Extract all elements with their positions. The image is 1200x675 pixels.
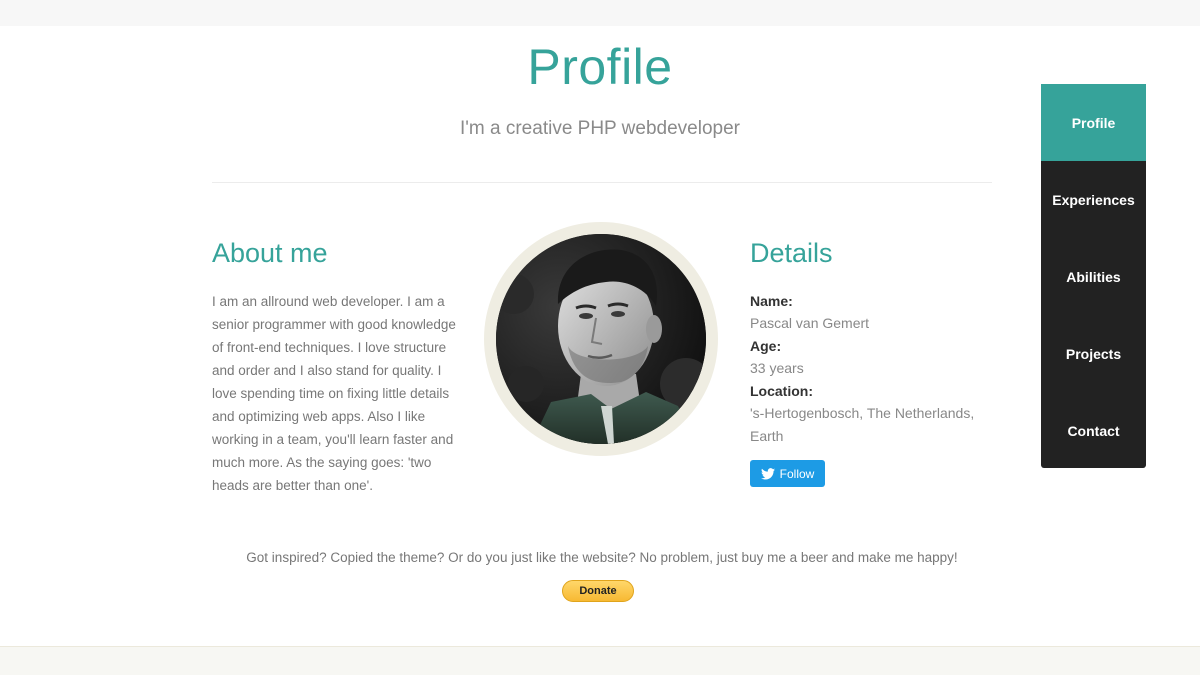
page-subtitle: I'm a creative PHP webdeveloper [460,118,740,139]
donate-button[interactable]: Donate [562,580,634,602]
details-list: Name: Pascal van Gemert Age: 33 years Lo… [750,290,1010,448]
top-strip [0,0,1200,26]
twitter-bird-icon [760,467,775,480]
about-heading: About me [212,238,328,268]
profile-page: Profile I'm a creative PHP webdeveloper … [0,0,1200,675]
name-value: Pascal van Gemert [750,315,870,331]
name-label: Name: [750,293,793,309]
nav-item-projects[interactable]: Projects [1041,315,1146,392]
about-text: I am an allround web developer. I am a s… [212,294,456,493]
location-value: 's-Hertogenbosch, The Netherlands, Earth [750,405,975,444]
location-label: Location: [750,383,813,399]
side-nav: Profile Experiences Abilities Projects C… [1041,84,1146,468]
avatar-frame [484,222,718,456]
age-value: 33 years [750,360,804,376]
donate-message: Got inspired? Copied the theme? Or do yo… [246,550,958,565]
follow-label: Follow [779,466,815,481]
nav-item-experiences[interactable]: Experiences [1041,161,1146,238]
age-label: Age: [750,338,782,354]
nav-item-contact[interactable]: Contact [1041,392,1146,468]
profile-photo [496,234,706,444]
header-divider [212,182,992,183]
avatar [496,234,706,444]
twitter-follow-button[interactable]: Follow [750,460,825,487]
bottom-strip [0,646,1200,675]
nav-item-profile[interactable]: Profile [1041,84,1146,161]
nav-item-abilities[interactable]: Abilities [1041,238,1146,315]
details-heading: Details [750,238,833,268]
page-title: Profile [527,39,673,95]
